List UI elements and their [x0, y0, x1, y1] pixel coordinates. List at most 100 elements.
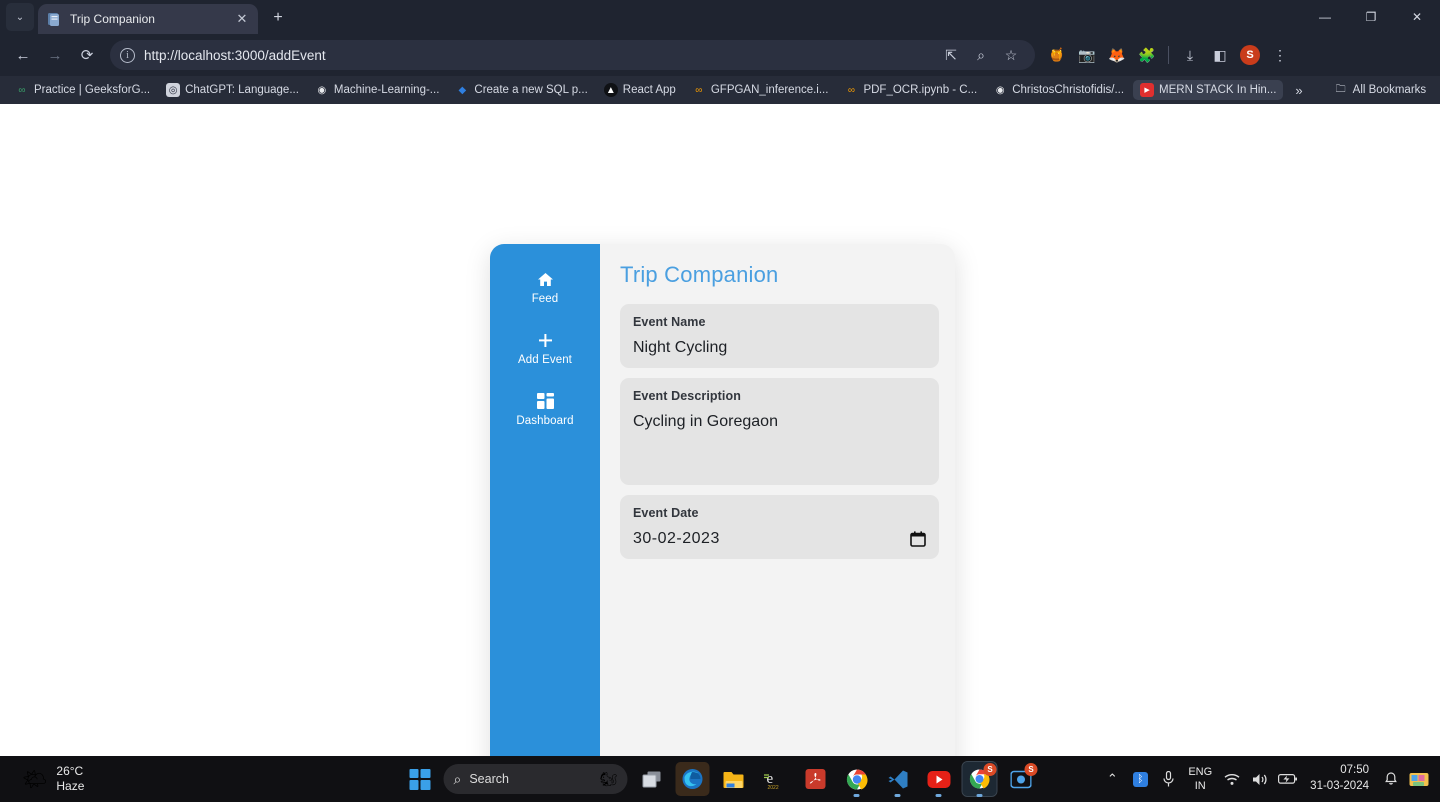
all-bookmarks-button[interactable]: 🗀 All Bookmarks [1327, 80, 1434, 100]
address-bar[interactable]: i http://localhost:3000/addEvent ⇱ ⌕ ☆ [110, 40, 1035, 70]
trip-companion-card: Feed Add Event Dashboard Trip Companion … [490, 244, 955, 756]
honey-extension-icon[interactable]: 🍯 [1043, 41, 1071, 69]
bookmark-item[interactable]: ∞ Practice | GeeksforG... [8, 80, 157, 100]
recording-badge: S [1024, 763, 1038, 776]
bookmark-star-icon[interactable]: ☆ [997, 41, 1025, 69]
taskbar-app-chrome-sharing[interactable]: S [961, 761, 998, 797]
tab-close-icon[interactable]: ✕ [234, 11, 250, 27]
window-minimize-button[interactable]: — [1302, 0, 1348, 34]
bookmark-label: Practice | GeeksforG... [34, 84, 151, 96]
event-name-field[interactable]: Event Name Night Cycling [620, 304, 939, 368]
taskbar-search[interactable]: ⌕ Search 🐿 [443, 764, 628, 794]
running-indicator [853, 794, 860, 797]
taskbar-app-edge[interactable] [675, 762, 710, 796]
app-main-content: Trip Companion Event Name Night Cycling … [600, 244, 955, 756]
search-decoration-icon: 🐿 [599, 770, 618, 787]
tab-favicon-icon [46, 11, 62, 27]
wifi-icon[interactable] [1219, 764, 1245, 794]
site-info-icon[interactable]: i [120, 47, 135, 63]
event-name-input[interactable]: Night Cycling [633, 339, 926, 357]
taskbar-app-screen-recorder[interactable]: S [1004, 762, 1038, 796]
windows-logo-icon [409, 768, 430, 790]
task-view-button[interactable] [635, 762, 669, 796]
bookmarks-overflow-icon[interactable]: » [1287, 83, 1310, 98]
profile-initial: S [1240, 45, 1260, 65]
extensions-puzzle-icon[interactable]: 🧩 [1133, 41, 1161, 69]
back-button[interactable]: ← [8, 40, 38, 70]
taskbar-app-file-explorer[interactable] [717, 762, 751, 796]
running-indicator [935, 794, 942, 797]
event-description-input[interactable]: Cycling in Goregaon [633, 413, 926, 431]
clock-time: 07:50 [1340, 764, 1369, 777]
side-panel-icon[interactable]: ◧ [1206, 41, 1234, 69]
event-date-field[interactable]: Event Date 30-02-2023 [620, 495, 939, 559]
profile-avatar[interactable]: S [1236, 41, 1264, 69]
bookmark-item[interactable]: ◉ ChristosChristofidis/... [986, 80, 1131, 100]
dashboard-grid-icon [536, 392, 554, 410]
screen-recorder-extension-icon[interactable]: 📷 [1073, 41, 1101, 69]
menu-icon[interactable]: ⋮ [1266, 41, 1294, 69]
search-placeholder: Search [469, 772, 509, 786]
window-maximize-button[interactable]: ❐ [1348, 0, 1394, 34]
bookmark-item[interactable]: ∞ GFPGAN_inference.i... [685, 80, 836, 100]
forward-button[interactable]: → [40, 40, 70, 70]
taskbar-center: ⌕ Search 🐿 e 2022 S S [403, 761, 1038, 797]
system-tray: ⌃ ᛒ ENG IN 07:50 31-03-2024 [1099, 763, 1432, 794]
event-date-input[interactable]: 30-02-2023 [633, 530, 720, 548]
language-line2: IN [1194, 780, 1206, 792]
taskbar-weather-widget[interactable]: 🌤 26°C Haze [0, 764, 84, 794]
weather-condition: Haze [56, 779, 85, 793]
taskbar-app-adobe-acrobat[interactable] [799, 762, 833, 796]
page-viewport: Feed Add Event Dashboard Trip Companion … [0, 104, 1440, 756]
all-bookmarks-label: All Bookmarks [1352, 84, 1427, 96]
app-sidebar: Feed Add Event Dashboard [490, 244, 600, 756]
bookmark-favicon-icon: ∞ [18, 84, 26, 96]
bookmark-label: Create a new SQL p... [474, 84, 588, 96]
taskbar-app-youtube[interactable] [922, 762, 956, 797]
sidebar-item-feed[interactable]: Feed [490, 270, 600, 305]
bookmark-item[interactable]: ∞ PDF_OCR.ipynb - C... [837, 80, 984, 100]
bookmark-label: ChristosChristofidis/... [1012, 84, 1125, 96]
folder-icon: 🗀 [1335, 83, 1346, 95]
svg-text:2022: 2022 [768, 785, 779, 790]
reload-button[interactable]: ⟳ [72, 40, 102, 70]
window-close-button[interactable]: ✕ [1394, 0, 1440, 34]
tab-trip-companion[interactable]: Trip Companion ✕ [38, 4, 258, 34]
microphone-icon[interactable] [1155, 764, 1181, 794]
bookmark-item[interactable]: ▶ MERN STACK In Hin... [1133, 80, 1284, 100]
taskbar-clock[interactable]: 07:50 31-03-2024 [1303, 763, 1376, 794]
bookmark-item[interactable]: ◎ ChatGPT: Language... [159, 80, 306, 100]
metamask-extension-icon[interactable]: 🦊 [1103, 41, 1131, 69]
search-icon: ⌕ [453, 770, 462, 787]
address-bar-url: http://localhost:3000/addEvent [144, 47, 326, 63]
calendar-icon[interactable] [910, 531, 926, 547]
tray-expand-chevron-icon[interactable]: ⌃ [1099, 764, 1125, 794]
notification-bell-icon[interactable] [1378, 764, 1404, 794]
tab-search-button[interactable]: ⌄ [6, 3, 34, 31]
bookmark-favicon-icon: ∞ [847, 84, 856, 96]
browser-toolbar: ← → ⟳ i http://localhost:3000/addEvent ⇱… [0, 34, 1440, 76]
weather-temperature: 26°C [56, 764, 84, 778]
install-app-icon[interactable]: ⇱ [937, 41, 965, 69]
sidebar-item-add-event[interactable]: Add Event [490, 331, 600, 366]
downloads-icon[interactable]: ⤓ [1176, 41, 1204, 69]
bookmark-item[interactable]: ▲ React App [597, 80, 683, 100]
bluetooth-icon[interactable]: ᛒ [1127, 764, 1153, 794]
taskbar-app-eclipse[interactable]: e 2022 [758, 762, 792, 796]
volume-icon[interactable] [1247, 764, 1273, 794]
battery-icon[interactable] [1275, 764, 1301, 794]
taskbar-app-chrome[interactable] [840, 762, 874, 797]
bookmark-label: ChatGPT: Language... [185, 84, 299, 96]
bookmark-favicon-icon: ▶ [1140, 83, 1155, 97]
paint-app-tray-icon[interactable] [1406, 764, 1432, 794]
bookmark-item[interactable]: ◉ Machine-Learning-... [308, 80, 446, 100]
event-description-field[interactable]: Event Description Cycling in Goregaon [620, 378, 939, 485]
language-indicator[interactable]: ENG IN [1183, 765, 1217, 794]
windows-taskbar: 🌤 26°C Haze ⌕ Search 🐿 e 2022 S S ⌃ ᛒ EN… [0, 756, 1440, 802]
start-button[interactable] [403, 762, 437, 796]
new-tab-button[interactable]: + [264, 4, 292, 32]
bookmark-item[interactable]: ◆ Create a new SQL p... [448, 80, 594, 100]
taskbar-app-vs-code[interactable] [881, 762, 915, 797]
zoom-out-icon[interactable]: ⌕ [967, 41, 995, 69]
sidebar-item-dashboard[interactable]: Dashboard [490, 392, 600, 427]
